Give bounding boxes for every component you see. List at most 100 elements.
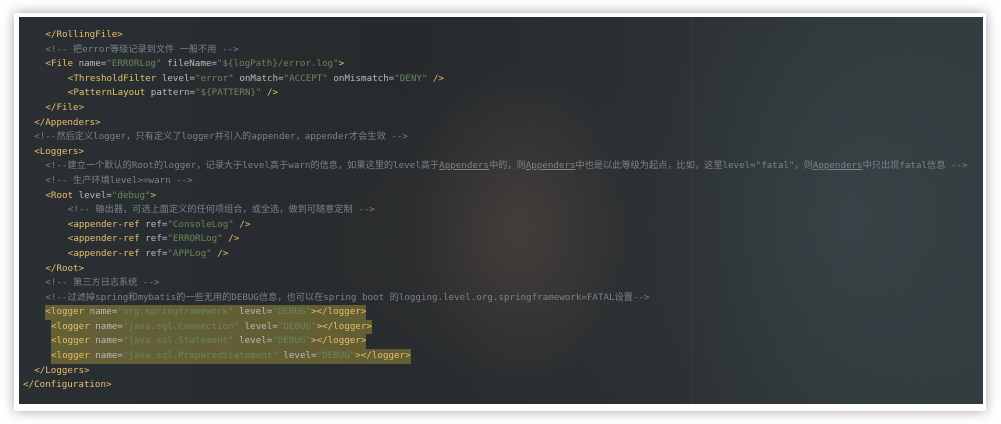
- xml-tag: <logger: [51, 335, 96, 347]
- xml-tag: </RollingFile>: [45, 29, 123, 40]
- xml-value: "DEBUG": [272, 335, 312, 347]
- xml-tag: <appender-ref: [67, 247, 146, 259]
- code-line[interactable]: </RollingFile>: [19, 28, 968, 43]
- xml-comment: 中的，则: [488, 160, 526, 172]
- code-line[interactable]: <logger name="java.sql.Statement" level=…: [19, 334, 968, 350]
- code-content: <!-- 生产环境level>=warn -->: [45, 175, 192, 186]
- xml-attribute: name=: [95, 335, 123, 347]
- code-line[interactable]: <appender-ref ref="APPLog" />: [19, 247, 968, 262]
- code-content: </RollingFile>: [45, 29, 122, 40]
- xml-attribute: level=: [161, 72, 196, 84]
- code-line[interactable]: <!-- 第三方日志系统 -->: [19, 276, 968, 291]
- code-lines: </RollingFile> <!-- 把error等级记录到文件 一般不用 --…: [19, 28, 968, 393]
- xml-value: "DENY": [394, 72, 428, 84]
- xml-tag: />: [261, 87, 279, 99]
- code-line[interactable]: <!--建立一个默认的Root的logger，记录大于level高于warn的信…: [19, 159, 968, 174]
- code-content: <!--然后定义logger，只有定义了logger并引入的appender，a…: [34, 131, 408, 142]
- xml-attribute: name=: [95, 320, 123, 332]
- xml-comment: <!-- 第三方日志系统 -->: [45, 277, 160, 289]
- code-line[interactable]: <PatternLayout pattern="${PATTERN}" />: [19, 86, 968, 101]
- xml-attribute: name=: [95, 350, 123, 362]
- highlighted-code: <logger name="org.springframework" level…: [45, 305, 367, 320]
- xml-attribute: onMismatch=: [327, 72, 395, 84]
- xml-attribute: name=: [78, 58, 107, 70]
- xml-comment-link: Appenders: [439, 160, 489, 172]
- xml-comment: <!--建立一个默认的Root的logger，记录大于level高于warn的信…: [45, 160, 440, 172]
- code-line[interactable]: <logger name="java.sql.Connection" level…: [19, 319, 968, 335]
- xml-tag: >: [338, 58, 345, 70]
- xml-comment: <!--然后定义logger，只有定义了logger并引入的appender，a…: [34, 131, 408, 143]
- code-line[interactable]: </Root>: [19, 262, 968, 277]
- xml-attribute: ref=: [145, 233, 168, 245]
- code-content: <appender-ref ref="APPLog" />: [68, 248, 228, 259]
- code-content: <appender-ref ref="ConsoleLog" />: [68, 219, 251, 230]
- code-content: </File>: [45, 102, 84, 113]
- xml-attribute: name=: [89, 306, 118, 318]
- xml-value: "java.sql.Statement": [122, 335, 234, 347]
- xml-tag: ></logger>: [316, 320, 372, 332]
- xml-tag: <appender-ref: [67, 218, 146, 230]
- code-content: </Root>: [45, 263, 84, 274]
- xml-value: "${logPath}/error.log": [216, 58, 339, 70]
- xml-value: "ConsoleLog": [167, 218, 234, 230]
- code-line[interactable]: <!--过滤掉spring和mybatis的一些无用的DEBUG信息，也可以在s…: [19, 291, 968, 306]
- xml-value: "ACCEPT": [283, 72, 328, 84]
- code-line[interactable]: </File>: [19, 101, 968, 116]
- xml-comment-link: Appenders: [525, 160, 576, 172]
- xml-tag: <logger: [51, 320, 96, 332]
- code-line[interactable]: <!--然后定义logger，只有定义了logger并引入的appender，a…: [19, 130, 968, 145]
- code-line[interactable]: <appender-ref ref="ERRORLog" />: [19, 232, 968, 247]
- xml-tag: >: [150, 189, 157, 201]
- xml-tag: />: [427, 72, 445, 84]
- xml-tag: </Appenders>: [34, 116, 101, 128]
- code-content: </Loggers>: [34, 365, 89, 376]
- xml-comment: 中只出现fatal信息 -->: [862, 160, 968, 172]
- code-line[interactable]: <logger name="java.sql.PreparedStatement…: [19, 349, 968, 364]
- code-content: <Root level="debug">: [45, 190, 156, 201]
- code-line[interactable]: <appender-ref ref="ConsoleLog" />: [19, 218, 968, 233]
- code-line[interactable]: <!-- 输出器，可选上面定义的任何项组合，或全选，做到可随意定制 -->: [19, 203, 968, 218]
- xml-attribute: pattern=: [150, 87, 196, 99]
- xml-value: "error": [195, 72, 234, 84]
- xml-tag: ></logger>: [311, 335, 367, 347]
- code-line[interactable]: <Root level="debug">: [19, 189, 968, 204]
- xml-comment: 中也是以此等级为起点，比如，这里level="fatal"，则: [575, 160, 813, 172]
- code-line[interactable]: <logger name="org.springframework" level…: [19, 305, 968, 320]
- code-line[interactable]: </Appenders>: [19, 116, 968, 131]
- xml-value: "debug": [111, 189, 151, 201]
- xml-tag: <Root: [45, 189, 79, 201]
- code-line[interactable]: </Configuration>: [19, 378, 968, 393]
- xml-tag: />: [222, 233, 240, 245]
- code-content: <Loggers>: [34, 146, 84, 157]
- code-line[interactable]: <File name="ERRORLog" fileName="${logPat…: [19, 57, 968, 72]
- code-line[interactable]: <!-- 把error等级记录到文件 一般不用 -->: [19, 43, 968, 58]
- xml-value: "${PATTERN}": [195, 87, 262, 99]
- code-content: <File name="ERRORLog" fileName="${logPat…: [45, 58, 344, 69]
- xml-value: "java.sql.PreparedStatement": [122, 350, 278, 362]
- code-editor[interactable]: </RollingFile> <!-- 把error等级记录到文件 一般不用 --…: [19, 17, 983, 404]
- xml-value: "ERRORLog": [167, 233, 223, 245]
- xml-tag: />: [211, 247, 229, 259]
- xml-tag: <logger: [45, 306, 90, 318]
- xml-attribute: ref=: [145, 218, 168, 230]
- xml-tag: <ThresholdFilter: [67, 72, 162, 84]
- xml-comment: <!-- 输出器，可选上面定义的任何项组合，或全选，做到可随意定制 -->: [67, 204, 375, 216]
- highlighted-code: <logger name="java.sql.Connection" level…: [51, 319, 372, 335]
- xml-tag: <Loggers>: [34, 145, 84, 157]
- xml-value: "ERRORLog": [106, 58, 162, 70]
- xml-attribute: ref=: [145, 247, 168, 259]
- code-content: </Appenders>: [34, 117, 100, 128]
- xml-tag: </File>: [45, 101, 85, 113]
- xml-comment: <!--过滤掉spring和mybatis的一些无用的DEBUG信息，也可以在s…: [45, 291, 650, 303]
- code-content: <!-- 输出器，可选上面定义的任何项组合，或全选，做到可随意定制 -->: [68, 204, 375, 215]
- code-line[interactable]: <Loggers>: [19, 145, 968, 160]
- xml-tag: ></logger>: [355, 350, 411, 362]
- code-content: <PatternLayout pattern="${PATTERN}" />: [68, 87, 278, 98]
- code-line[interactable]: <ThresholdFilter level="error" onMatch="…: [19, 72, 968, 87]
- xml-tag: </Configuration>: [23, 379, 112, 391]
- code-line[interactable]: <!-- 生产环境level>=warn -->: [19, 174, 968, 189]
- xml-value: "DEBUG": [272, 306, 311, 318]
- xml-value: "java.sql.Connection": [122, 320, 240, 332]
- xml-value: "DEBUG": [277, 320, 317, 332]
- code-line[interactable]: </Loggers>: [19, 364, 968, 379]
